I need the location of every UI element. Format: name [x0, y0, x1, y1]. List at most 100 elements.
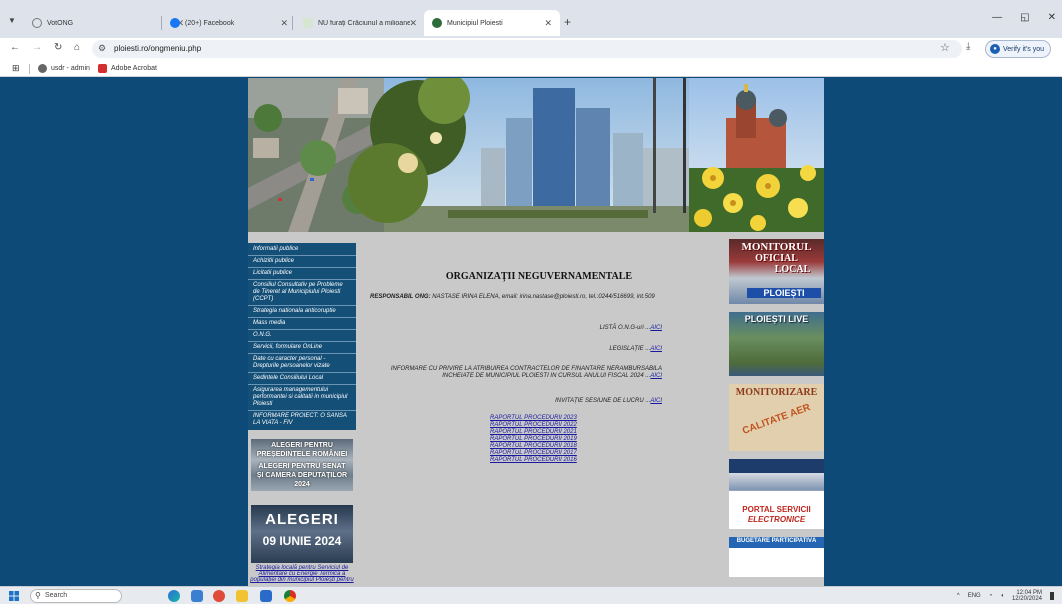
- left-column: Informatii publice Achizitii publice Lic…: [248, 243, 356, 583]
- close-window-icon[interactable]: ✕: [1048, 12, 1056, 23]
- line-text: LISTĂ O.N.G-uri ...: [599, 325, 651, 331]
- address-bar[interactable]: ⚙ ploiesti.ro/ongmeniu.php: [92, 40, 962, 58]
- site-info-icon[interactable]: ⚙: [98, 43, 106, 54]
- file-explorer-icon[interactable]: [236, 590, 248, 602]
- portal-servicii-electronice-banner[interactable]: PORTAL SERVICII ELECTRONICE: [729, 459, 824, 529]
- apps-grid-icon[interactable]: ⊞: [12, 63, 20, 74]
- raport-link-2019[interactable]: RAPORTUL PROCEDURII 2019: [490, 436, 577, 443]
- responsabil-label: RESPONSABIL ONG:: [370, 294, 431, 300]
- back-icon[interactable]: ←: [10, 42, 20, 53]
- lista-ong-line: LISTĂ O.N.G-uri ...AICI: [600, 325, 662, 332]
- copilot-icon[interactable]: [168, 590, 180, 602]
- bugetare-participativa-banner[interactable]: BUGETARE PARTICIPATIVĂ: [729, 537, 824, 577]
- ploiesti-website: Informatii publice Achizitii publice Lic…: [248, 78, 824, 586]
- tab-nu-furati[interactable]: NU furați Crăciunul a milioane ✕: [295, 12, 423, 34]
- bookmark-usdr-admin[interactable]: usdr - admin: [38, 64, 90, 73]
- strategie-locala-link[interactable]: Strategia locală pentru Serviciul de Ali…: [248, 565, 356, 583]
- banner-line: ALEGERI PENTRU: [271, 442, 333, 449]
- raport-link-2023[interactable]: RAPORTUL PROCEDURII 2023: [490, 415, 577, 422]
- minimize-icon[interactable]: —: [992, 12, 1002, 23]
- aici-link[interactable]: AICI: [650, 373, 662, 379]
- banner-line: 2024: [294, 481, 310, 488]
- reload-icon[interactable]: ↻: [54, 42, 62, 53]
- monitorizare-calitate-aer-banner[interactable]: MONITORIZARE CALITATE AER: [729, 384, 824, 451]
- menu-item-licitatii-publice[interactable]: Licitatii publice: [248, 268, 356, 280]
- menu-item-informatii-publice[interactable]: Informatii publice: [248, 244, 356, 256]
- tab-municipiul-ploiesti[interactable]: Municipiul Ploiesti ✕: [424, 10, 560, 36]
- chrome-icon[interactable]: [284, 590, 296, 602]
- raport-link-2018[interactable]: RAPORTUL PROCEDURII 2018: [490, 443, 577, 450]
- tab-facebook[interactable]: (20+) Facebook ✕: [162, 12, 292, 34]
- menu-item-proiect-fiv[interactable]: INFORMARE PROIECT: O SANSA LA VIATA - FI…: [248, 411, 356, 429]
- forward-icon[interactable]: →: [32, 42, 42, 53]
- line-text: INVITAȚIE SESIUNE DE LUCRU ...: [555, 398, 651, 404]
- monitorul-oficial-banner[interactable]: MONITORUL OFICIAL LOCAL PLOIEȘTI: [729, 239, 824, 304]
- language-indicator[interactable]: ENG: [968, 593, 981, 599]
- menu-item-servicii-online[interactable]: Servicii, formulare OnLine: [248, 342, 356, 354]
- menu-item-sedinte-consiliu[interactable]: Sedintele Consiliului Local: [248, 373, 356, 385]
- task-view-icon[interactable]: [191, 590, 203, 602]
- legislatie-line: LEGISLAȚIE ...AICI: [609, 346, 662, 353]
- alegeri-iunie-banner[interactable]: ALEGERI 09 IUNIE 2024: [251, 505, 353, 563]
- close-tab-icon[interactable]: ✕: [409, 18, 417, 29]
- loading-icon: [32, 18, 42, 28]
- line-text: LEGISLAȚIE ...: [609, 346, 651, 352]
- banner-line: ȘI CAMERA DEPUTAȚILOR: [256, 472, 348, 479]
- tray-chevron-icon[interactable]: ^: [957, 593, 960, 599]
- taskbar-clock[interactable]: 12:04 PM 12/20/2024: [1012, 590, 1042, 602]
- search-placeholder: Search: [45, 592, 68, 599]
- raport-link-2022[interactable]: RAPORTUL PROCEDURII 2022: [490, 422, 577, 429]
- responsabil-line: RESPONSABIL ONG: NASTASE IRINA ELENA, em…: [370, 294, 718, 300]
- banner-line: LOCAL: [774, 264, 811, 275]
- restore-icon[interactable]: ◱: [1020, 12, 1029, 23]
- volume-icon[interactable]: ◖: [1000, 593, 1004, 599]
- menu-item-date-personale[interactable]: Date cu caracter personal - Drepturile p…: [248, 354, 356, 373]
- bookmark-adobe-acrobat[interactable]: Adobe Acrobat: [98, 64, 157, 73]
- menu-item-management-calitate[interactable]: Asigurarea managementului performantei s…: [248, 385, 356, 411]
- globe-icon: [38, 64, 47, 73]
- notification-icon[interactable]: [1050, 592, 1054, 600]
- close-tab-icon[interactable]: ✕: [280, 18, 288, 29]
- tab-title: NU furați Crăciunul a milioane: [318, 19, 410, 27]
- raport-link-2016[interactable]: RAPORTUL PROCEDURII 2016: [490, 457, 577, 464]
- taskbar-search[interactable]: ⚲ Search: [30, 589, 122, 603]
- bookmark-star-icon[interactable]: ☆: [940, 41, 950, 54]
- tab-title: (20+) Facebook: [185, 19, 235, 27]
- close-tab-icon[interactable]: ✕: [544, 18, 552, 29]
- menu-item-strategia-anticoruptie[interactable]: Strategia nationala anticoruptie: [248, 306, 356, 318]
- download-icon[interactable]: ⤓: [966, 41, 970, 52]
- alegeri-prezidentiale-banner[interactable]: ALEGERI PENTRU PREȘEDINTELE ROMÂNIEI ALE…: [251, 439, 353, 491]
- verify-profile-button[interactable]: ● Verify it's you: [985, 40, 1051, 58]
- menu-item-achizitii-publice[interactable]: Achizitii publice: [248, 256, 356, 268]
- aici-link[interactable]: AICI: [650, 346, 662, 352]
- ploiesti-live-banner[interactable]: PLOIEȘTI LIVE: [729, 312, 824, 376]
- rapoarte-list: RAPORTUL PROCEDURII 2023 RAPORTUL PROCED…: [490, 415, 577, 464]
- page-title: ORGANIZAȚII NEGUVERNAMENTALE: [445, 271, 633, 282]
- banner-line: MONITORUL: [741, 241, 812, 253]
- bookmark-label: Adobe Acrobat: [111, 65, 157, 72]
- ploiesti-favicon-icon: [432, 18, 442, 28]
- tab-title: Municipiul Ploiesti: [447, 19, 503, 27]
- outlook-icon[interactable]: [260, 590, 272, 602]
- tab-search-chevron-icon[interactable]: ▼: [8, 16, 16, 25]
- line-text: INFORMARE CU PRIVIRE LA ATRIBUIREA CONTR…: [390, 366, 662, 379]
- new-tab-button[interactable]: +: [564, 15, 571, 29]
- menu-item-ccpt[interactable]: Consiliul Consultativ pe Probleme de Tin…: [248, 280, 356, 306]
- banner-date: 09 IUNIE 2024: [262, 534, 342, 548]
- browser-tab-bar: ▼ VotONG ✕ (20+) Facebook ✕ NU furați Cr…: [0, 0, 1062, 38]
- menu-item-mass-media[interactable]: Mass media: [248, 318, 356, 330]
- raport-link-2017[interactable]: RAPORTUL PROCEDURII 2017: [490, 450, 577, 457]
- raport-link-2021[interactable]: RAPORTUL PROCEDURII 2021: [490, 429, 577, 436]
- aici-link[interactable]: AICI: [650, 398, 662, 404]
- home-icon[interactable]: ⌂: [74, 42, 80, 53]
- menu-item-ong[interactable]: O.N.G.: [248, 330, 356, 342]
- informare-contracte-line: INFORMARE CU PRIVIRE LA ATRIBUIREA CONTR…: [372, 366, 662, 380]
- facebook-icon: [170, 18, 180, 28]
- wifi-icon[interactable]: ◔: [989, 593, 993, 599]
- windows-taskbar: ⚲ Search ^ ENG ◔ ◖ 12:04 PM 12/20/2024: [0, 586, 1062, 604]
- edge-icon[interactable]: [213, 590, 225, 602]
- browser-toolbar: ← → ↻ ⌂ ⚙ ploiesti.ro/ongmeniu.php ☆ ⤓ ●…: [0, 38, 1062, 60]
- banner-title: MONITORIZARE: [735, 387, 818, 398]
- aici-link[interactable]: AICI: [650, 325, 662, 331]
- windows-start-icon[interactable]: [9, 591, 19, 601]
